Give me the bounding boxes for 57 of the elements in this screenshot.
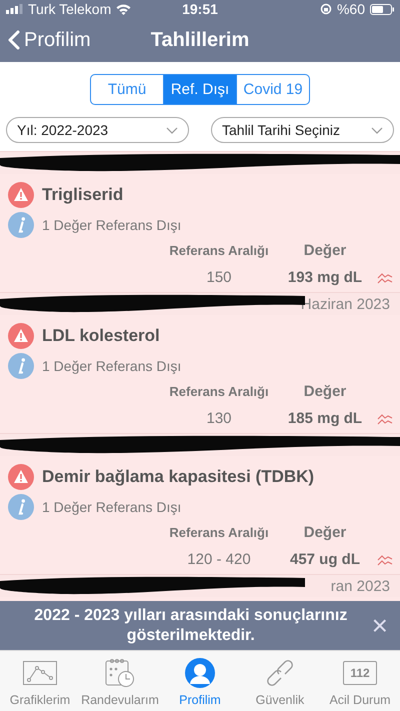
column-header: Referans Aralığı: [169, 243, 269, 258]
warning-icon: [8, 323, 34, 350]
test-name: Trigliserid: [42, 185, 124, 206]
reference-range: 130: [206, 410, 232, 428]
signal-icon: [6, 4, 23, 14]
dropdown-field[interactable]: Yıl: 2022-2023: [6, 117, 189, 144]
test-date: ran 2023: [330, 578, 390, 596]
out-of-range-note: 1 Değer Referans Dışı: [42, 217, 182, 234]
info-icon: [8, 212, 34, 238]
column-header: Referans Aralığı: [169, 525, 269, 540]
column-header: Değer: [304, 383, 346, 400]
line-chart-icon: [23, 661, 57, 685]
wifi-icon: [116, 4, 132, 15]
dropdown-field[interactable]: Tahlil Tarihi Seçiniz: [211, 117, 394, 144]
person-icon: [185, 658, 215, 688]
result-value: 185 mg dL: [288, 410, 362, 428]
rotation-lock-icon: [320, 3, 332, 16]
segment-tab[interactable]: Ref. Dışı: [163, 75, 236, 104]
tab-bar-item[interactable]: Grafiklerim: [0, 651, 80, 711]
trend-icon[interactable]: [377, 412, 393, 425]
test-name: Demir bağlama kapasitesi (TDBK): [42, 467, 314, 488]
battery-icon: [370, 4, 394, 15]
info-icon: [8, 353, 34, 380]
warning-icon: [8, 464, 34, 490]
trend-icon[interactable]: [377, 272, 393, 284]
calendar-clock-icon: [105, 658, 135, 688]
reference-range: 120 - 420: [187, 551, 251, 568]
close-button[interactable]: ×: [372, 612, 388, 640]
tab-bar-item[interactable]: Güvenlik: [240, 651, 320, 711]
clock-time: 19:51: [182, 1, 218, 18]
battery-percent: %60: [336, 1, 365, 18]
warning-icon: [8, 182, 34, 208]
column-header: Değer: [304, 242, 346, 260]
chain-link-icon: [265, 658, 295, 688]
screen-title: Tahlillerim: [150, 28, 250, 51]
info-banner-message: 2022 - 2023 yılları arasındaki sonuçlarınız gösterilmektedir.: [33, 606, 348, 646]
reference-range: 150: [206, 269, 232, 286]
test-name: LDL kolesterol: [42, 326, 160, 346]
result-value: 457 ug dL: [290, 551, 360, 568]
tab-bar-item[interactable]: Randevularım: [80, 651, 160, 711]
tab-bar-item[interactable]: 112 Acil Durum: [320, 651, 400, 711]
info-icon: [8, 494, 34, 520]
segment-tab[interactable]: Covid 19: [236, 75, 309, 104]
segment-tab[interactable]: Tümü: [91, 75, 163, 104]
carrier-name: Turk Telekom: [28, 1, 112, 18]
out-of-range-note: 1 Değer Referans Dışı: [42, 499, 182, 516]
chevron-down-icon: [166, 126, 178, 134]
chevron-left-icon: [8, 30, 20, 50]
emergency-number-badge: 112: [343, 661, 377, 685]
tab-bar-item[interactable]: Profilim: [160, 651, 240, 711]
chevron-down-icon: [371, 126, 383, 134]
column-header: Değer: [304, 524, 346, 542]
out-of-range-note: 1 Değer Referans Dışı: [42, 358, 182, 374]
trend-icon[interactable]: [377, 554, 393, 566]
column-header: Referans Aralığı: [169, 384, 269, 400]
result-value: 193 mg dL: [288, 269, 362, 286]
back-button[interactable]: Profilim: [0, 20, 99, 60]
